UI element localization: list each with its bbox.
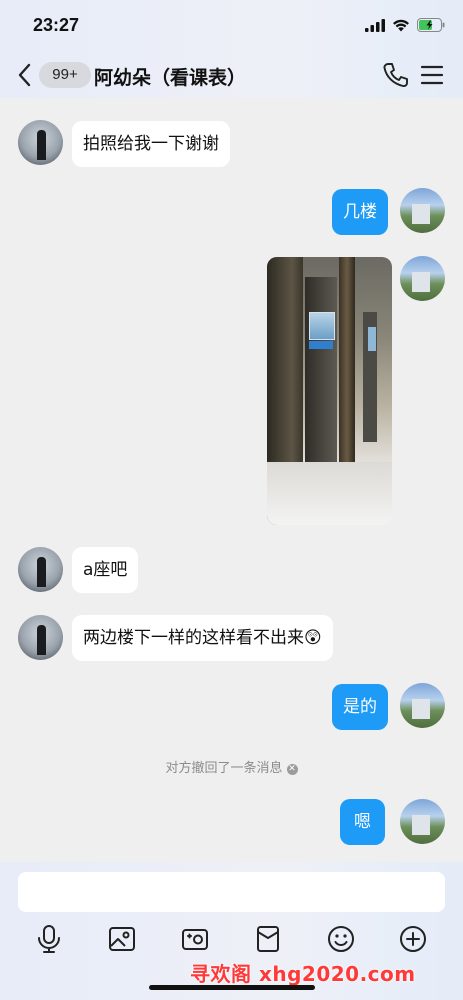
phone-call-icon[interactable] <box>382 61 408 89</box>
message-bubble-out[interactable]: 嗯 <box>340 799 385 845</box>
status-time: 23:27 <box>33 15 80 35</box>
mic-icon[interactable] <box>34 924 64 954</box>
plus-icon[interactable] <box>398 924 428 954</box>
camera-icon[interactable] <box>180 924 210 954</box>
my-avatar[interactable] <box>400 188 445 233</box>
close-icon: ✕ <box>286 764 298 775</box>
status-bar: 23:27 <box>0 0 463 52</box>
message-bubble-in[interactable]: 拍照给我一下谢谢 <box>72 121 230 167</box>
message-bubble-in[interactable]: a座吧 <box>72 547 139 593</box>
unread-count-badge[interactable]: 99+ <box>39 62 91 88</box>
peer-avatar[interactable] <box>18 120 63 165</box>
message-bubble-out[interactable]: 几楼 <box>332 189 388 235</box>
peer-avatar[interactable] <box>18 615 63 660</box>
emoji-icon[interactable] <box>326 924 356 954</box>
image-icon[interactable] <box>107 924 137 954</box>
message-bubble-out[interactable]: 是的 <box>332 684 388 730</box>
watermark-text: 寻欢阁 xhg2020.com <box>190 962 416 986</box>
recall-notice-text: 对方撤回了一条消息 <box>165 761 283 776</box>
wifi-icon <box>393 19 409 31</box>
system-icons <box>365 18 445 32</box>
cellular-signal-icon <box>365 18 385 32</box>
chat-header: 99+ 阿幼朵（看课表） <box>0 52 463 98</box>
peer-avatar[interactable] <box>18 547 63 592</box>
my-avatar[interactable] <box>400 799 445 844</box>
my-avatar[interactable] <box>400 256 445 301</box>
menu-icon[interactable] <box>420 63 444 87</box>
message-bubble-in[interactable]: 两边楼下一样的这样看不出来😲 <box>72 615 333 661</box>
chat-title[interactable]: 阿幼朵（看课表） <box>94 63 246 90</box>
red-packet-icon[interactable] <box>253 924 283 954</box>
home-indicator[interactable] <box>149 985 315 990</box>
battery-charging-icon <box>417 18 445 32</box>
message-input[interactable] <box>18 872 445 912</box>
my-avatar[interactable] <box>400 683 445 728</box>
back-arrow-icon[interactable] <box>14 62 36 88</box>
recall-notice: 对方撤回了一条消息 ✕ <box>0 757 463 776</box>
photo-message-elevator[interactable] <box>267 257 392 525</box>
